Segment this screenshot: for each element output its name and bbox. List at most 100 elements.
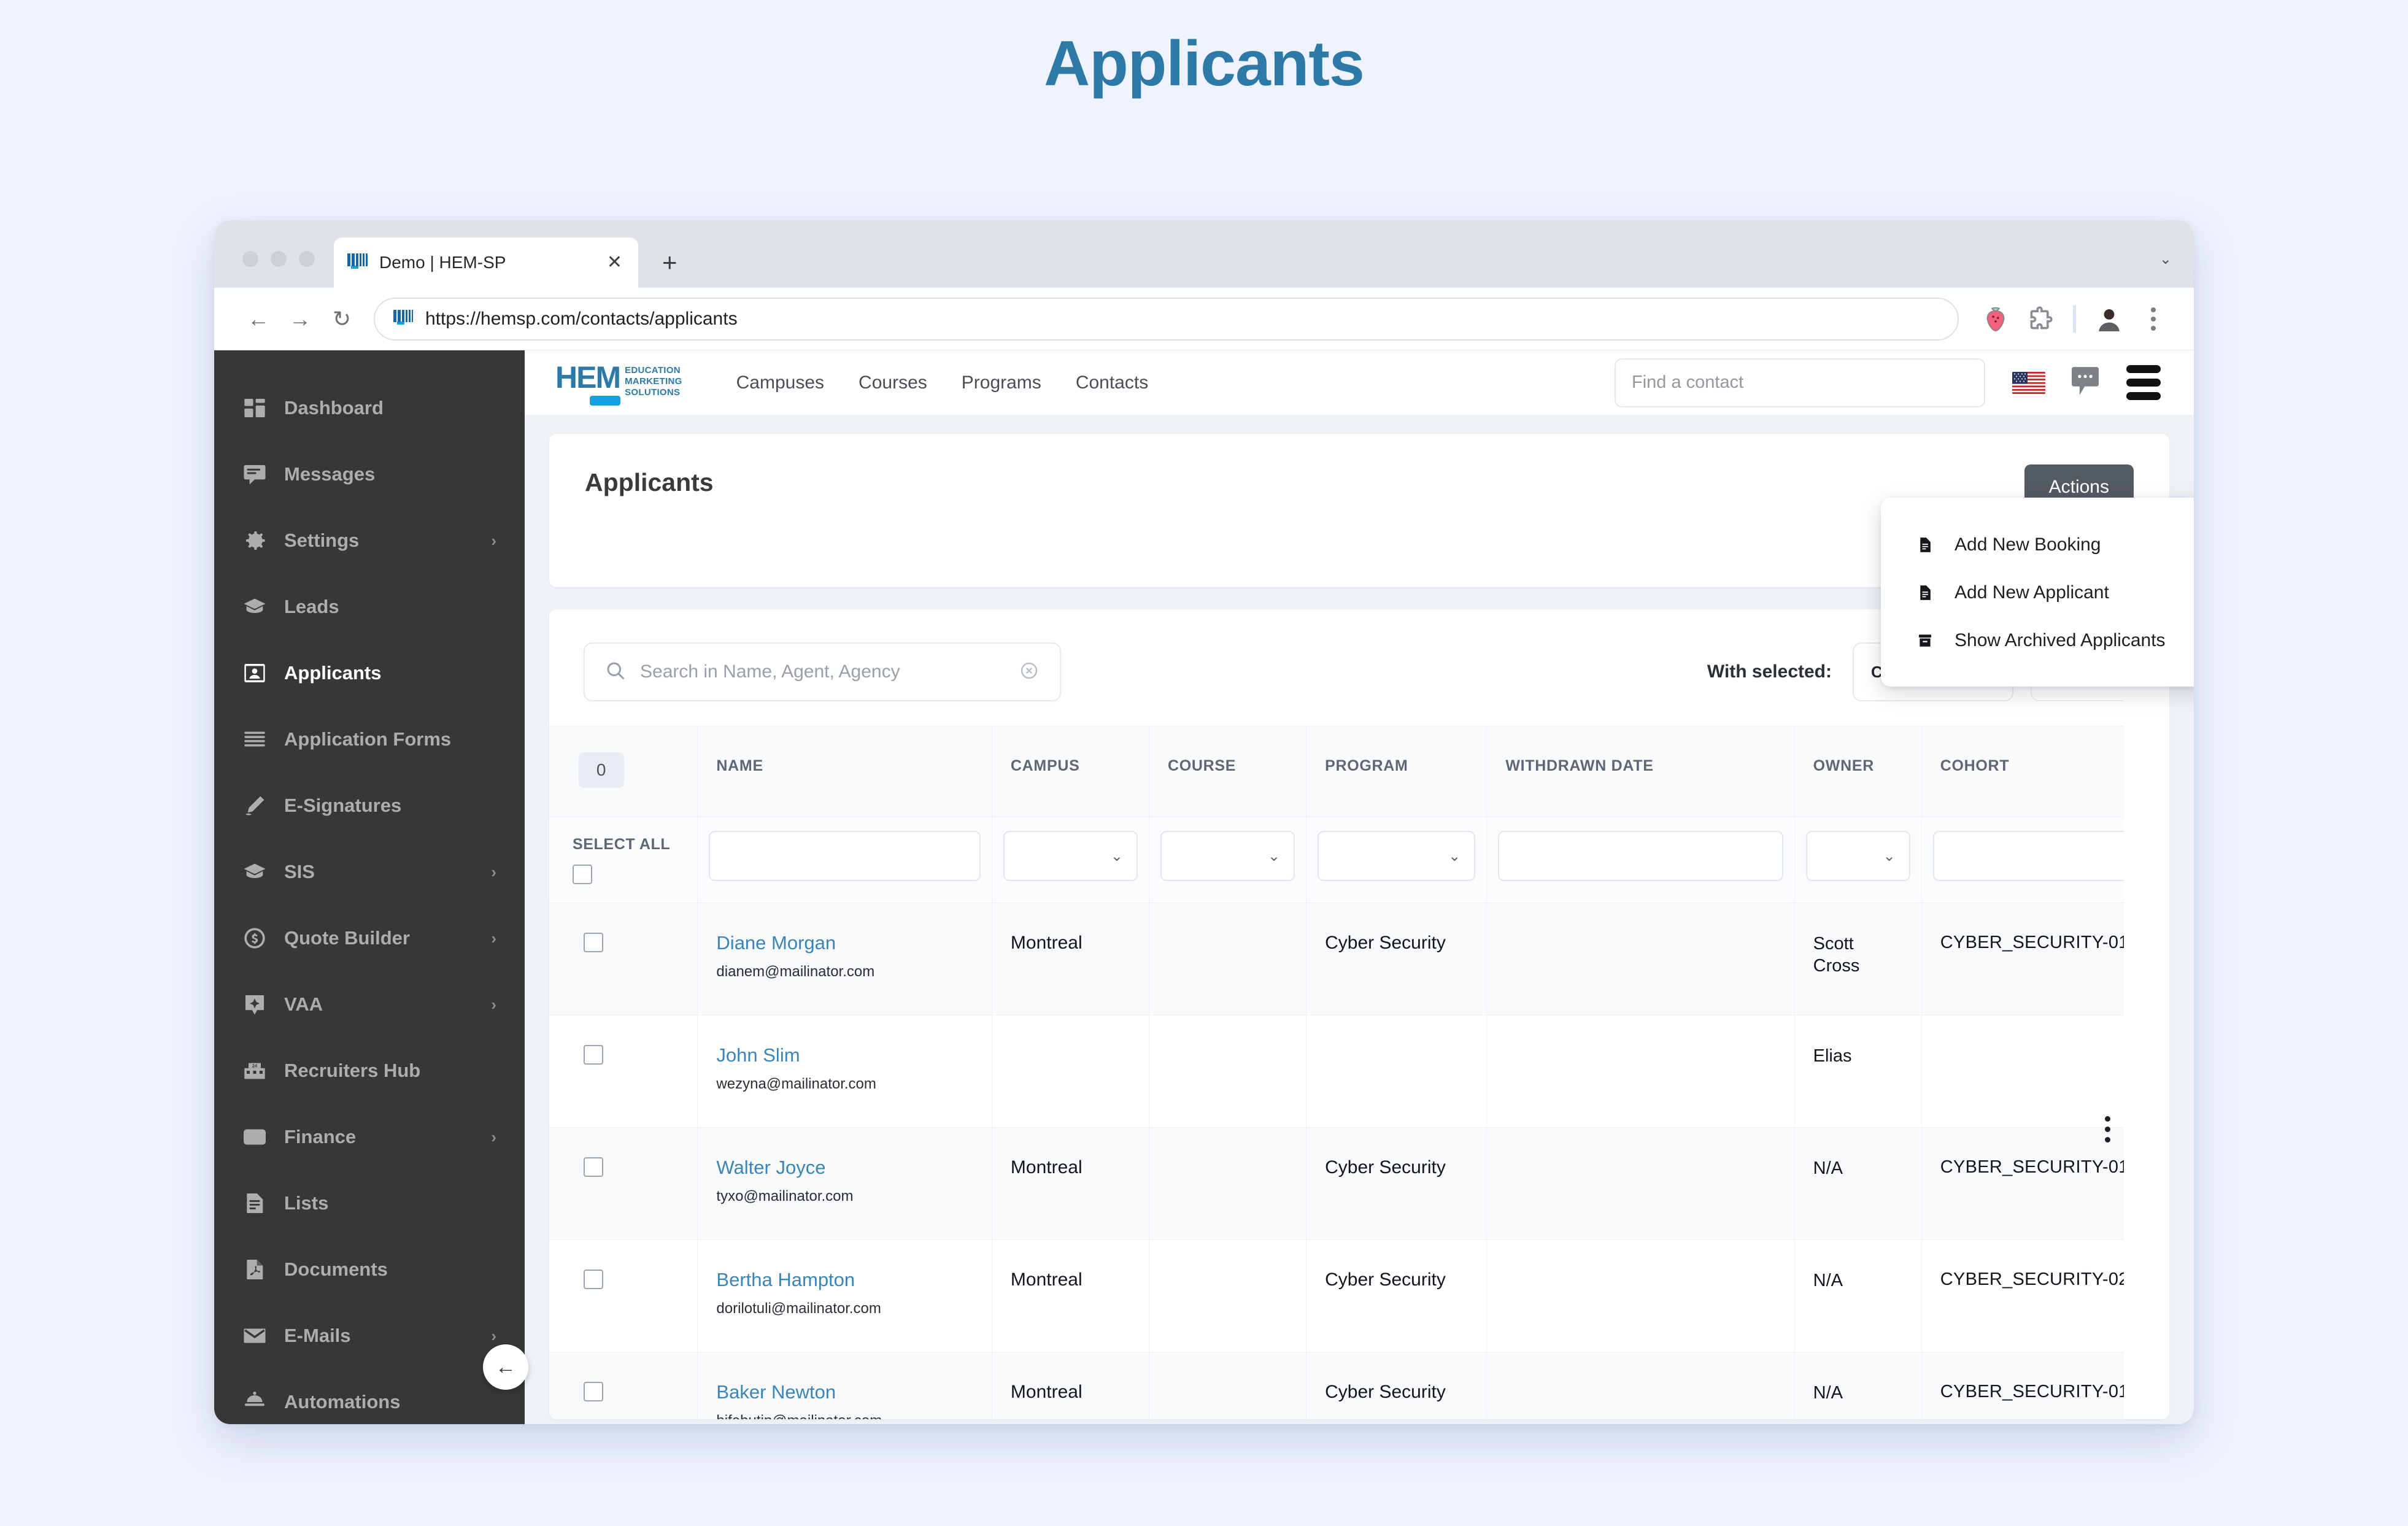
row-actions-kebab-icon[interactable] [2105, 1116, 2110, 1143]
filter-select-owner[interactable]: ⌄ [1805, 831, 1910, 881]
close-window-button[interactable] [242, 251, 258, 267]
row-checkbox[interactable] [584, 1270, 603, 1290]
chevron-down-icon: ⌄ [1268, 847, 1281, 865]
row-cell-campus [992, 1015, 1150, 1128]
sidebar-item-finance[interactable]: Finance › [214, 1104, 525, 1170]
browser-tabstrip: Demo | HEM-SP ✕ + ⌄ [214, 220, 2194, 288]
actions-dropdown-menu: Add New Booking Add New Applicant Show Arc… [1881, 498, 2194, 687]
filter-select-course[interactable]: ⌄ [1160, 831, 1295, 881]
clear-search-icon[interactable] [1018, 660, 1040, 685]
sidebar-item-label: Quote Builder [284, 927, 410, 949]
sidebar-item-application-forms[interactable]: Application Forms [214, 706, 525, 773]
row-checkbox[interactable] [584, 1157, 603, 1177]
nav-link-courses[interactable]: Courses [841, 372, 944, 393]
sidebar-item-recruiters-hub[interactable]: 24 Recruiters Hub [214, 1038, 525, 1104]
find-contact-placeholder: Find a contact [1632, 372, 1744, 392]
site-favicon-icon [393, 310, 413, 328]
applicant-name-link[interactable]: Diane Morgan [716, 932, 992, 954]
sidebar-item-label: E-Mails [284, 1325, 351, 1346]
find-contact-input[interactable]: Find a contact [1615, 358, 1985, 407]
applicant-email: dorilotuli@mailinator.com [716, 1300, 881, 1317]
row-cell-course [1149, 1352, 1307, 1419]
sidebar-item-sis[interactable]: SIS › [214, 839, 525, 905]
page-viewport: Dashboard Messages Settings › Leads Applicant… [214, 350, 2194, 1424]
new-tab-button[interactable]: + [662, 250, 677, 276]
select-all-checkbox[interactable] [573, 865, 592, 884]
nav-link-campuses[interactable]: Campuses [719, 372, 841, 393]
tab-list-chevron-down-icon[interactable]: ⌄ [2159, 252, 2172, 267]
nav-link-programs[interactable]: Programs [944, 372, 1059, 393]
sidebar-item-vaa[interactable]: VAA › [214, 971, 525, 1038]
maximize-window-button[interactable] [299, 251, 315, 267]
applicant-email: dianem@mailinator.com [716, 963, 875, 981]
sidebar-item-e-signatures[interactable]: E-Signatures [214, 773, 525, 839]
close-tab-icon[interactable]: ✕ [604, 253, 625, 272]
avatar[interactable] [2087, 298, 2131, 340]
sidebar-collapse-button[interactable]: ← [483, 1344, 528, 1390]
sidebar-item-automations[interactable]: Automations [214, 1369, 525, 1424]
sidebar-item-quote-builder[interactable]: Quote Builder › [214, 905, 525, 971]
nav-link-contacts[interactable]: Contacts [1059, 372, 1165, 393]
address-bar[interactable]: https://hemsp.com/contacts/applicants [374, 297, 1959, 341]
sidebar-item-applicants[interactable]: Applicants [214, 640, 525, 706]
document-icon [1916, 535, 1937, 555]
us-flag-icon[interactable] [2012, 371, 2045, 394]
row-cell-owner: N/A [1794, 1352, 1922, 1419]
applicant-name-link[interactable]: John Slim [716, 1044, 992, 1066]
table-row[interactable]: Diane Morgan dianem@mailinator.com Montrea… [549, 903, 2169, 1016]
filter-input-withdrawn[interactable] [1498, 831, 1783, 881]
applicant-name-link[interactable]: Bertha Hampton [716, 1270, 992, 1290]
actions-menu-item-show-archived-applicants[interactable]: Show Archived Applicants [1881, 617, 2194, 665]
row-checkbox[interactable] [584, 1382, 603, 1402]
sidebar-item-documents[interactable]: Documents [214, 1236, 525, 1303]
table-row[interactable]: John Slim wezyna@mailinator.com Elias [549, 1015, 2169, 1128]
forward-button[interactable]: → [279, 298, 321, 340]
chevron-right-icon: › [491, 995, 496, 1014]
applicants-table: 0 NAME CAMPUS COURSE PROGRAM WITHDRAWN D… [549, 726, 2169, 1419]
filter-cell-withdrawn [1486, 817, 1795, 903]
filter-select-program[interactable]: ⌄ [1318, 831, 1476, 881]
hem-logo[interactable]: HEM EDUCATION MARKETING SOLUTIONS [555, 362, 682, 406]
filter-cell-program: ⌄ [1306, 817, 1488, 903]
applicant-name-link[interactable]: Walter Joyce [716, 1157, 992, 1178]
browser-menu-kebab-icon[interactable] [2131, 298, 2175, 340]
tab-title: Demo | HEM-SP [379, 253, 506, 272]
chevron-right-icon: › [491, 531, 496, 550]
page-content: Applicants Actions Add New Booking Add Ne… [525, 415, 2194, 1424]
campus-value: Montreal [1010, 1382, 1082, 1403]
sidebar-item-leads[interactable]: Leads [214, 574, 525, 640]
actions-menu-item-add-new-applicant[interactable]: Add New Applicant [1881, 569, 2194, 617]
chevron-down-icon: ⌄ [1110, 847, 1124, 865]
back-button[interactable]: ← [237, 298, 279, 340]
sidebar-item-label: Settings [284, 530, 360, 551]
search-input[interactable]: Search in Name, Agent, Agency [584, 642, 1061, 701]
filter-cell-owner: ⌄ [1794, 817, 1922, 903]
hamburger-icon[interactable] [2126, 365, 2161, 400]
table-row[interactable]: Walter Joyce tyxo@mailinator.com Montreal C… [549, 1127, 2169, 1241]
chat-bubble-icon[interactable] [2070, 364, 2101, 401]
sidebar-item-messages[interactable]: Messages [214, 441, 525, 507]
actions-menu-item-add-new-booking[interactable]: Add New Booking [1881, 521, 2194, 569]
logo-sub-line2: MARKETING [625, 376, 682, 387]
row-checkbox[interactable] [584, 933, 603, 952]
sidebar-item-lists[interactable]: Lists [214, 1170, 525, 1236]
filter-select-campus[interactable]: ⌄ [1003, 831, 1138, 881]
row-checkbox[interactable] [584, 1045, 603, 1065]
strawberry-extension-icon[interactable] [1974, 298, 2018, 340]
sidebar-item-e-mails[interactable]: E-Mails › [214, 1303, 525, 1369]
logo-subtitle: EDUCATION MARKETING SOLUTIONS [625, 365, 682, 398]
row-cell-campus: Montreal [992, 1127, 1150, 1241]
sidebar-item-dashboard[interactable]: Dashboard [214, 375, 525, 441]
browser-tab[interactable]: Demo | HEM-SP ✕ [334, 237, 638, 288]
table-row[interactable]: Bertha Hampton dorilotuli@mailinator.com M… [549, 1239, 2169, 1353]
extensions-puzzle-icon[interactable] [2018, 298, 2062, 340]
applicant-name-link[interactable]: Baker Newton [716, 1382, 992, 1403]
sparkle-badge-icon [241, 991, 268, 1018]
sidebar-item-settings[interactable]: Settings › [214, 507, 525, 574]
select-all-label: SELECT ALL [573, 836, 671, 853]
reload-button[interactable]: ↻ [321, 298, 363, 340]
row-cell-withdrawn [1486, 1239, 1795, 1353]
table-row[interactable]: Baker Newton hifebutip@mailinator.com Mont… [549, 1352, 2169, 1419]
filter-input-name[interactable] [709, 831, 981, 881]
minimize-window-button[interactable] [271, 251, 287, 267]
